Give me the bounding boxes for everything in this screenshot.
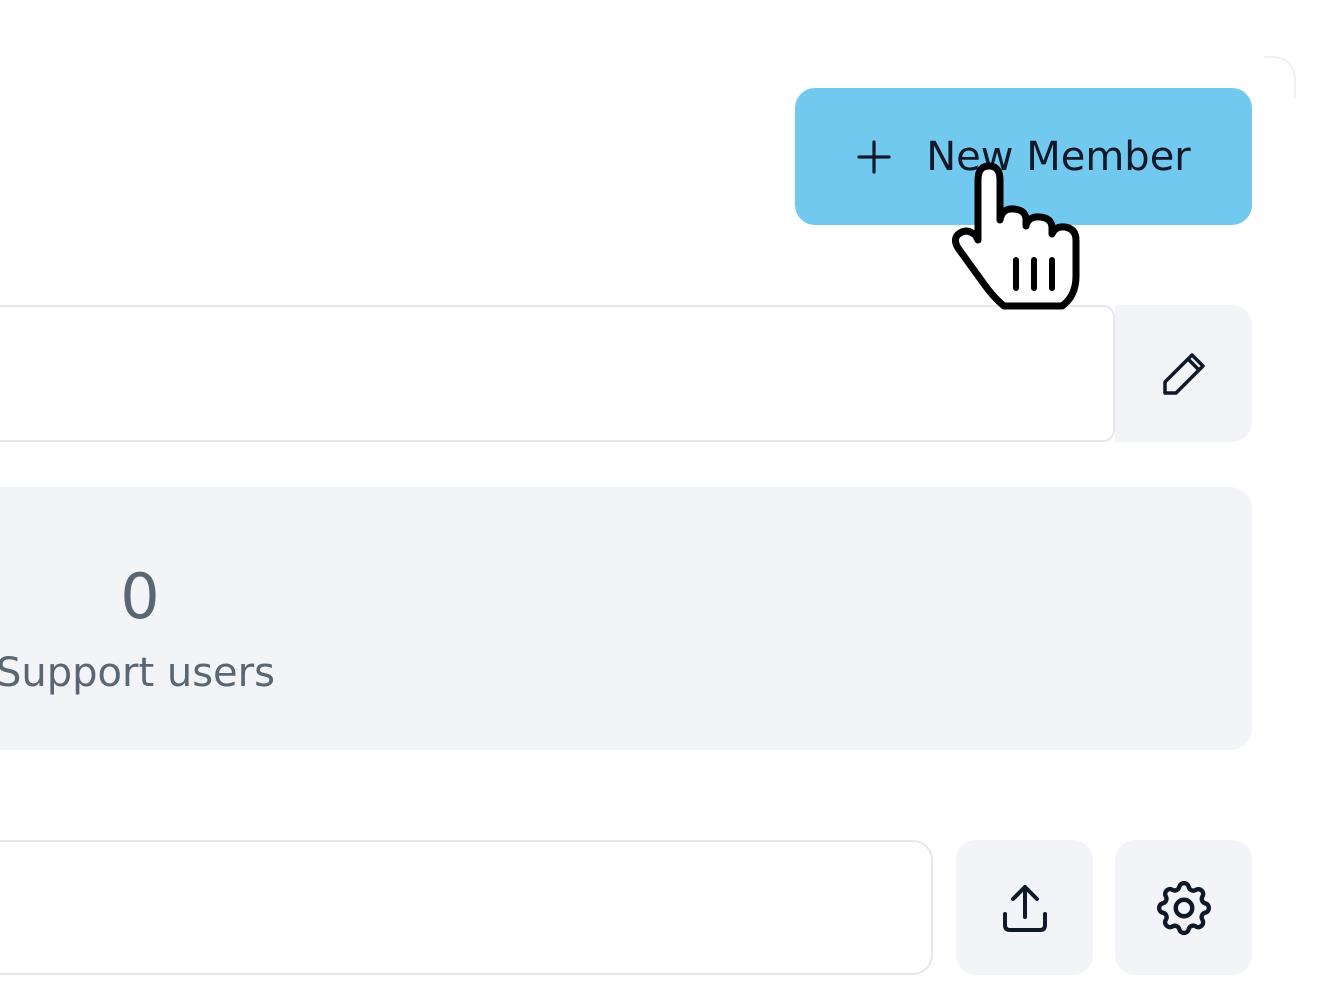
settings-button[interactable] bbox=[1115, 840, 1252, 975]
support-users-label: Support users bbox=[0, 650, 275, 696]
new-member-button[interactable]: New Member bbox=[795, 88, 1252, 225]
gear-icon bbox=[1156, 880, 1211, 935]
support-users-count: 0 bbox=[120, 560, 160, 633]
new-member-label: New Member bbox=[926, 133, 1191, 180]
upload-icon bbox=[1002, 884, 1047, 932]
page: New Member 0 Support users bbox=[0, 0, 1338, 1004]
search-field[interactable] bbox=[0, 840, 933, 975]
pencil-icon bbox=[1162, 352, 1205, 395]
edit-button[interactable] bbox=[1115, 305, 1252, 442]
decorative-corner bbox=[1264, 56, 1296, 98]
member-name-field[interactable] bbox=[0, 305, 1115, 442]
export-button[interactable] bbox=[956, 840, 1093, 975]
plus-icon bbox=[857, 139, 891, 174]
